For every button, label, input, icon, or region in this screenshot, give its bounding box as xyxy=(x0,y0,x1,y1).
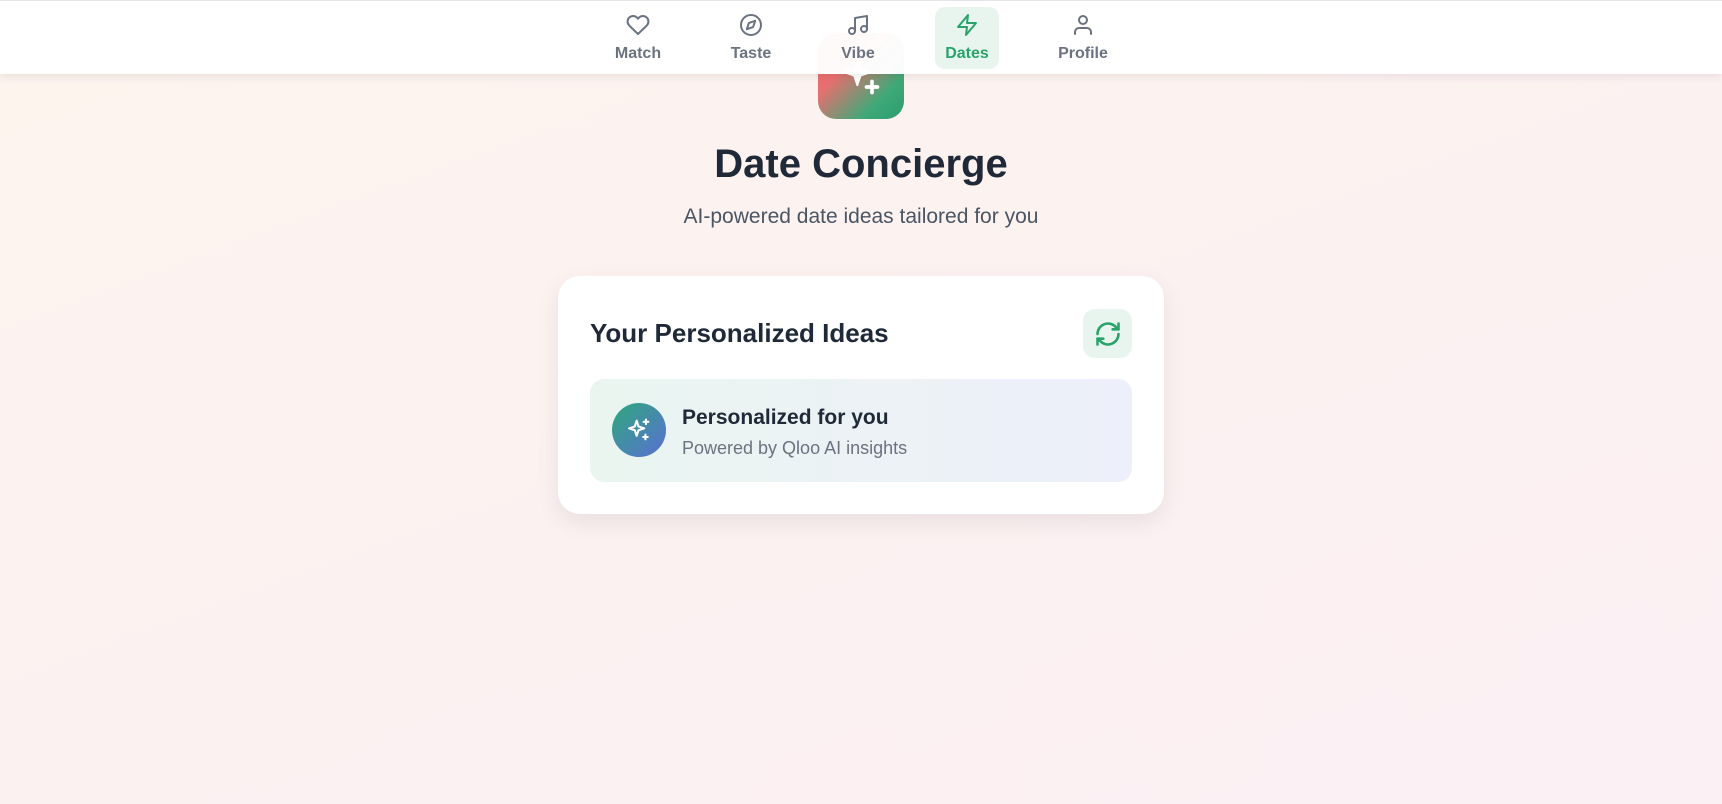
card-title: Your Personalized Ideas xyxy=(590,318,889,348)
compass-icon xyxy=(740,14,762,36)
heart-icon xyxy=(626,15,650,35)
user-icon xyxy=(1074,15,1092,35)
banner-subtitle: Powered by Qloo AI insights xyxy=(682,438,908,458)
nav-item-label: Profile xyxy=(1058,45,1108,62)
page-title: Date Concierge xyxy=(714,142,1008,186)
banner-title: Personalized for you xyxy=(682,406,889,429)
nav-item-label: Dates xyxy=(945,45,989,62)
page-subtitle: AI-powered date ideas tailored for you xyxy=(683,205,1039,228)
nav-item-label: Vibe xyxy=(841,45,875,62)
personalization-banner: Personalized for you Powered by Qloo AI … xyxy=(590,379,1132,482)
nav-item-taste[interactable]: Taste xyxy=(722,7,780,69)
sparkles-avatar xyxy=(612,403,666,457)
refresh-button[interactable] xyxy=(1083,309,1132,358)
nav-item-vibe[interactable]: Vibe xyxy=(832,7,884,69)
personalized-ideas-card: Your Personalized Ideas Personalized for… xyxy=(558,276,1164,514)
sparkles-icon xyxy=(628,418,650,441)
lightning-icon xyxy=(957,14,977,36)
refresh-icon xyxy=(1095,321,1120,346)
nav-item-profile[interactable]: Profile xyxy=(1054,7,1112,69)
nav-item-dates[interactable]: Dates xyxy=(935,7,999,69)
music-note-icon xyxy=(848,15,868,35)
nav-item-match[interactable]: Match xyxy=(605,7,671,69)
nav-item-label: Taste xyxy=(730,45,772,62)
nav-item-label: Match xyxy=(614,45,662,62)
top-navigation: Match Taste Vibe Dates Profile xyxy=(0,0,1722,74)
